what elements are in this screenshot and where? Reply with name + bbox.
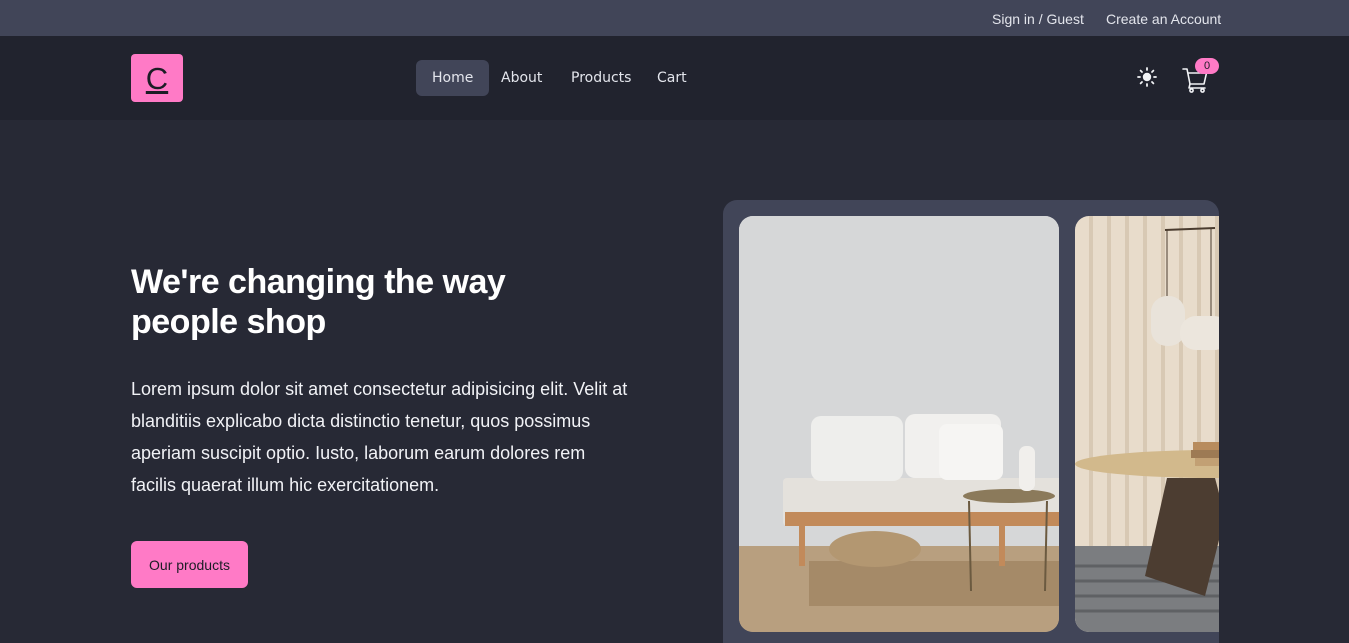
navbar: C Home About Products Cart 0 xyxy=(0,36,1349,120)
logo[interactable]: C xyxy=(131,54,183,102)
image-carousel[interactable] xyxy=(723,200,1219,643)
our-products-button[interactable]: Our products xyxy=(131,541,248,588)
nav-products[interactable]: Products xyxy=(555,60,647,96)
nav-cart[interactable]: Cart xyxy=(641,60,703,96)
nav-home[interactable]: Home xyxy=(416,60,490,96)
cart-count-badge: 0 xyxy=(1195,58,1219,74)
sign-in-link[interactable]: Sign in / Guest xyxy=(992,0,1084,36)
hero-title: We're changing the way people shop xyxy=(131,263,506,341)
carousel-image-interior[interactable] xyxy=(1075,216,1219,632)
top-bar: Sign in / Guest Create an Account xyxy=(0,0,1349,36)
nav-about[interactable]: About xyxy=(485,60,558,96)
create-account-link[interactable]: Create an Account xyxy=(1106,0,1221,36)
sun-icon[interactable] xyxy=(1136,66,1158,88)
carousel-image-sofa[interactable] xyxy=(739,216,1059,632)
hero-description: Lorem ipsum dolor sit amet consectetur a… xyxy=(131,379,628,495)
